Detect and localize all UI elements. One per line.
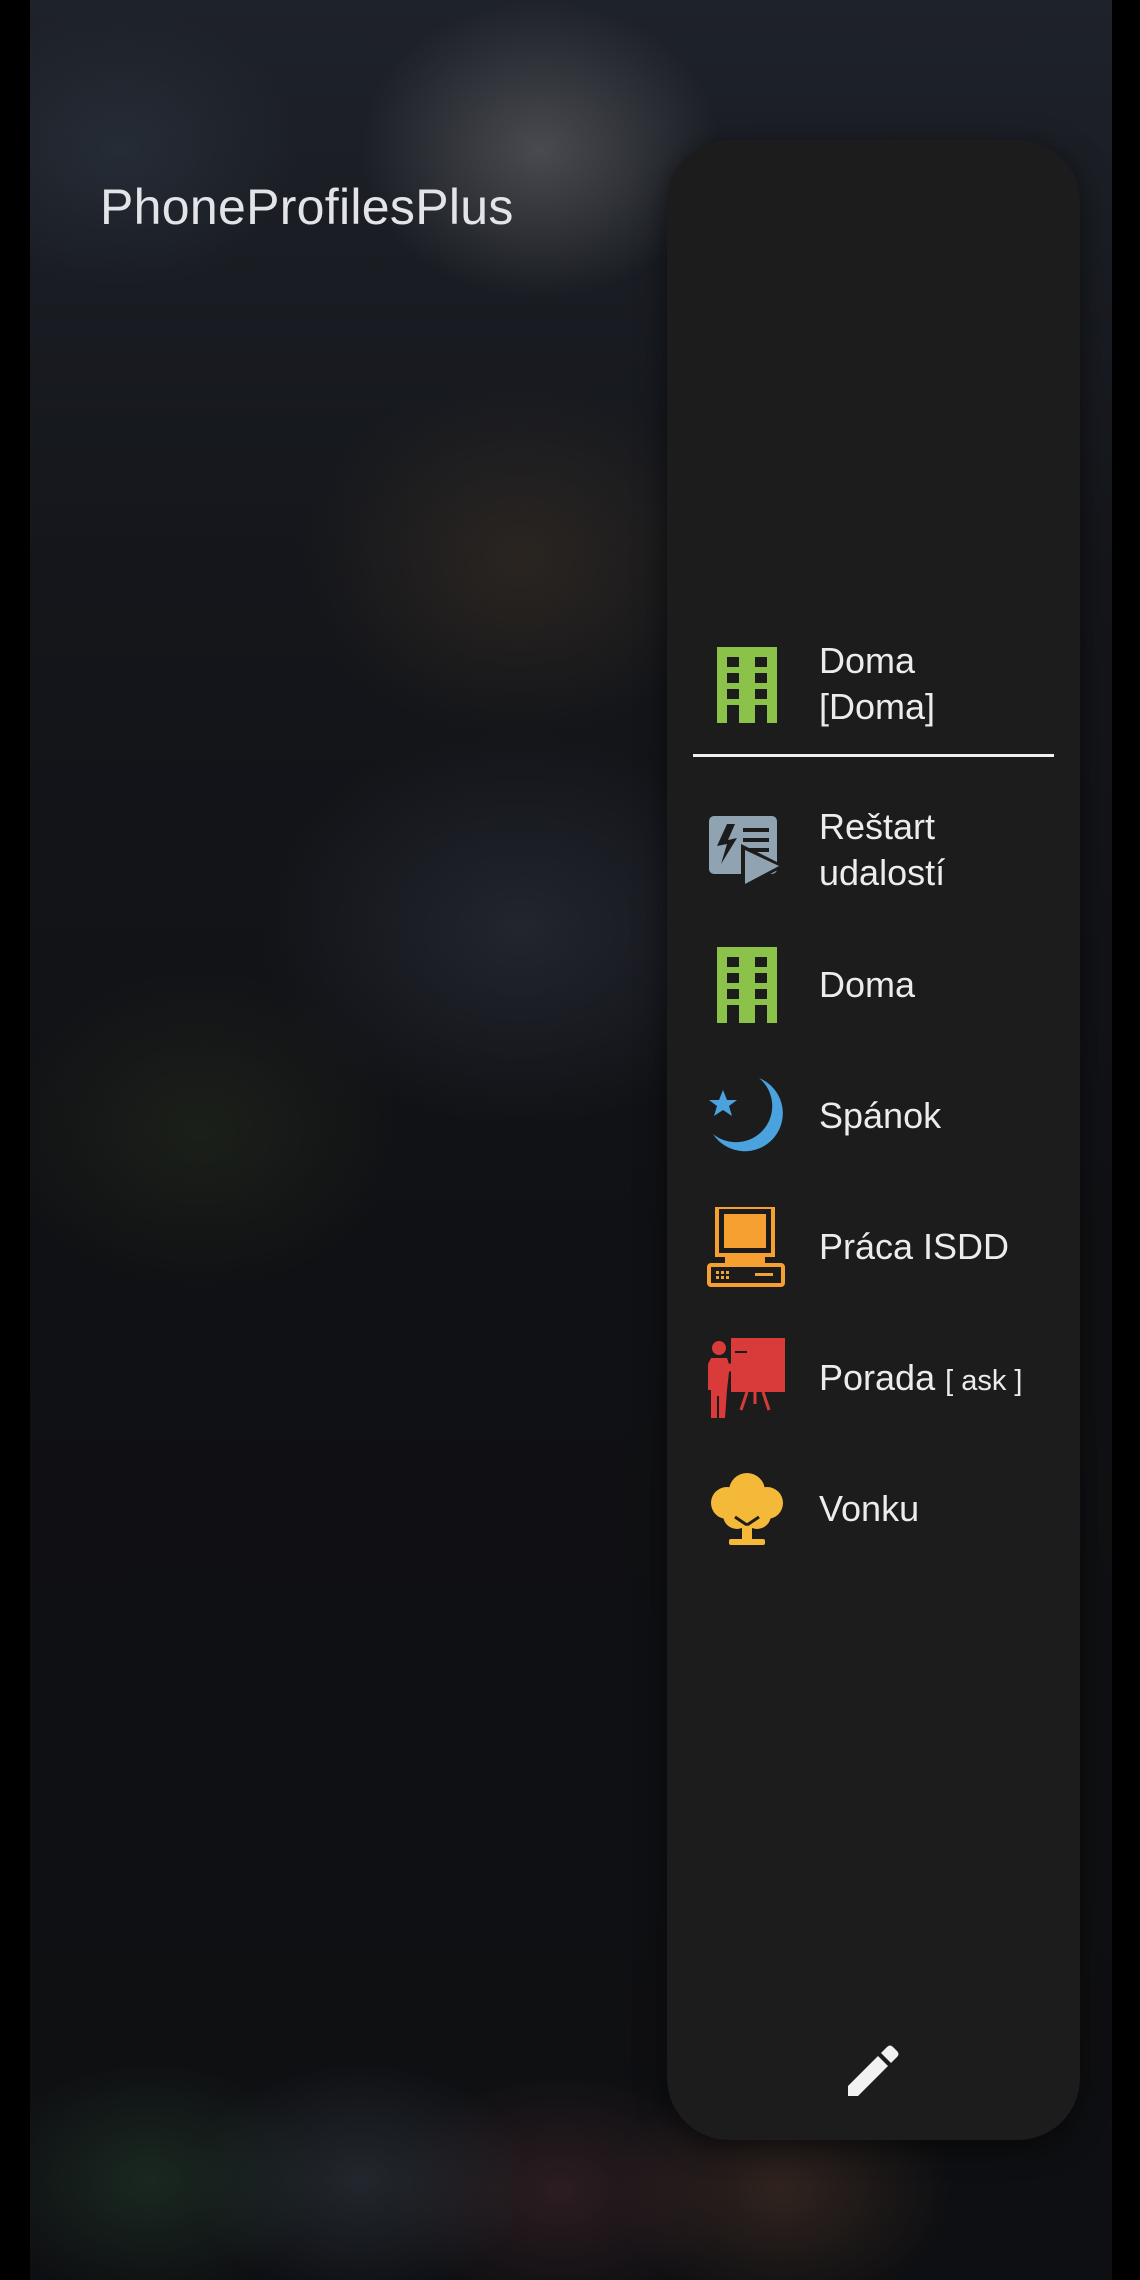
list-item-spanok[interactable]: Spánok xyxy=(667,1061,1080,1171)
list-item-restart-events[interactable]: Reštart udalostí xyxy=(667,796,1080,906)
restart-events-icon xyxy=(707,810,787,890)
computer-icon xyxy=(707,1207,787,1287)
active-profile-name: Doma xyxy=(819,640,916,681)
active-profile[interactable]: Doma [Doma] xyxy=(667,630,1080,740)
home-screen-background: PhoneProfilesPlus Doma [Doma] Reštart ud… xyxy=(0,0,1140,2280)
porada-label: Porada [ ask ] xyxy=(819,1355,1022,1404)
active-profile-bracket: [Doma] xyxy=(819,686,936,727)
screen-edge-right xyxy=(1112,0,1140,2280)
profiles-widget-panel: Doma [Doma] Reštart udalostí Doma Spánok… xyxy=(667,140,1080,2140)
restart-events-label: Reštart udalostí xyxy=(819,804,945,896)
restart-label-line1: Reštart xyxy=(819,806,936,847)
doma-label: Doma xyxy=(819,964,916,1005)
list-item-vonku[interactable]: Vonku xyxy=(667,1454,1080,1564)
restart-label-line2: udalostí xyxy=(819,852,946,893)
presentation-icon xyxy=(707,1338,787,1418)
divider xyxy=(693,754,1054,757)
active-profile-label: Doma [Doma] xyxy=(819,638,935,730)
praca-isdd-label: Práca ISDD xyxy=(819,1226,1010,1267)
screen-edge-left xyxy=(0,0,30,2280)
list-item-praca-isdd[interactable]: Práca ISDD xyxy=(667,1192,1080,1302)
list-item-porada[interactable]: Porada [ ask ] xyxy=(667,1323,1080,1433)
vonku-label: Vonku xyxy=(819,1488,920,1529)
building-icon xyxy=(707,945,787,1025)
building-icon xyxy=(707,645,787,725)
app-title: PhoneProfilesPlus xyxy=(100,179,514,235)
porada-ask-suffix: [ ask ] xyxy=(945,1365,1023,1397)
moon-icon xyxy=(707,1076,787,1156)
spanok-label: Spánok xyxy=(819,1095,942,1136)
pencil-icon[interactable] xyxy=(842,2040,904,2102)
porada-name: Porada xyxy=(819,1357,936,1398)
tree-icon xyxy=(707,1469,787,1549)
list-item-doma[interactable]: Doma xyxy=(667,930,1080,1040)
